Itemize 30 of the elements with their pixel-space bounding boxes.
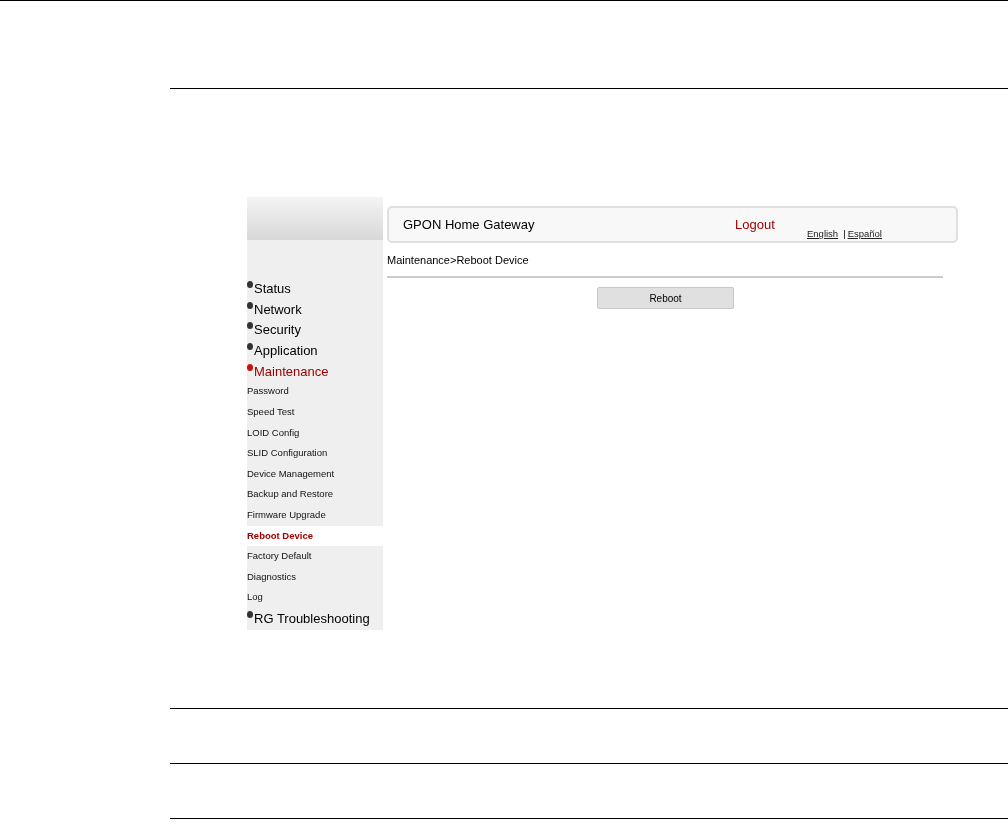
- bullet-icon: [247, 343, 253, 351]
- logout-link[interactable]: Logout: [735, 217, 807, 232]
- bullet-icon: [247, 301, 253, 309]
- menu-section[interactable]: Application: [247, 340, 383, 361]
- menu-item[interactable]: Diagnostics: [247, 566, 383, 588]
- menu-item[interactable]: SLID Configuration: [247, 443, 383, 464]
- menu-section[interactable]: Security: [247, 319, 383, 341]
- menu-item[interactable]: Backup and Restore: [247, 484, 383, 505]
- menu-item[interactable]: Factory Default: [247, 546, 383, 567]
- bullet-icon: [247, 610, 253, 618]
- menu-section[interactable]: Status: [247, 278, 383, 299]
- bullet-icon: [247, 363, 253, 371]
- menu-item[interactable]: Log: [247, 587, 383, 608]
- menu-section[interactable]: Maintenance: [247, 360, 383, 382]
- bullet-icon: [247, 281, 253, 288]
- bullet-icon: [247, 322, 253, 330]
- menu-section[interactable]: Network: [247, 298, 383, 320]
- app-title: GPON Home Gateway: [403, 217, 536, 232]
- separator: |: [843, 228, 846, 239]
- menu-item[interactable]: Reboot Device: [247, 525, 383, 547]
- menu-section[interactable]: RG Troubleshooting: [247, 607, 383, 629]
- language-link[interactable]: Español: [847, 228, 882, 239]
- reboot-button[interactable]: Reboot: [597, 287, 734, 309]
- language-link[interactable]: English: [807, 228, 839, 239]
- breadcrumb: Maintenance>Reboot Device: [387, 254, 530, 266]
- menu-item[interactable]: Firmware Upgrade: [247, 505, 383, 526]
- menu-item[interactable]: Speed Test: [247, 402, 383, 423]
- menu-item[interactable]: LOID Config: [247, 422, 383, 444]
- menu-item[interactable]: Device Management: [247, 463, 383, 485]
- menu-item[interactable]: Password: [247, 381, 383, 403]
